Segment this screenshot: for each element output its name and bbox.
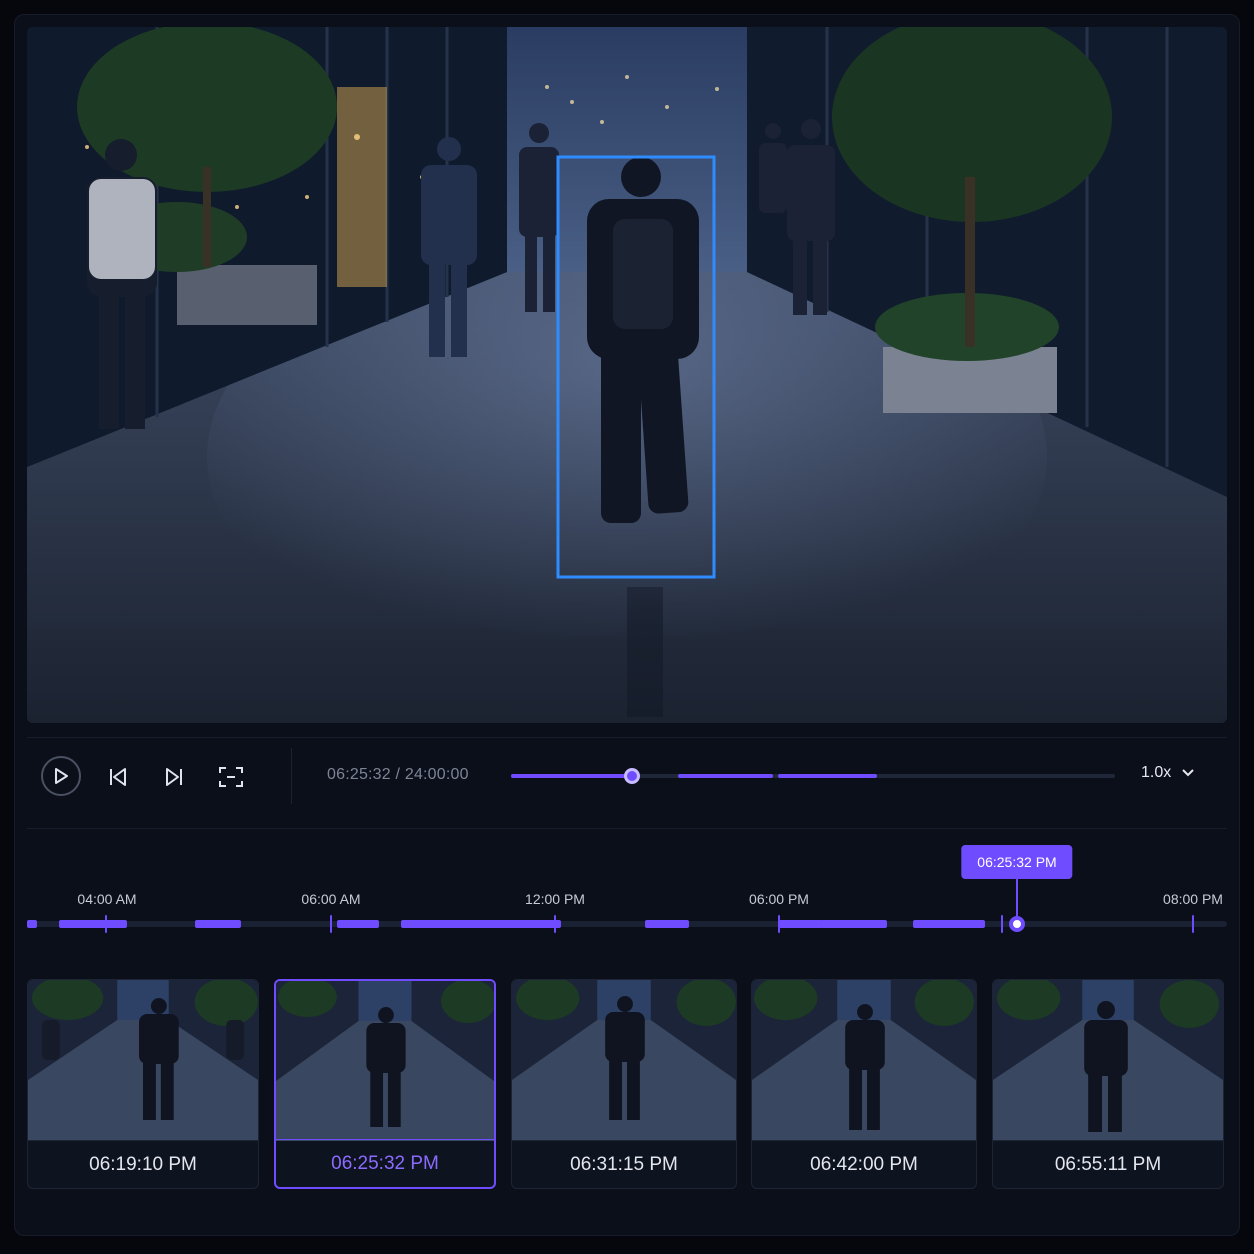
timeline-label: 04:00 AM (77, 891, 137, 907)
thumbnail-card[interactable]: 06:19:10 PM (27, 979, 259, 1189)
thumbnail-card[interactable]: 06:55:11 PM (992, 979, 1224, 1189)
snapshot-button[interactable] (217, 764, 245, 790)
activity-segment[interactable] (779, 920, 823, 928)
thumbnail-image (752, 980, 976, 1140)
controls-divider (291, 748, 292, 804)
thumbnail-time: 06:55:11 PM (993, 1140, 1223, 1188)
event-marker[interactable] (105, 915, 107, 933)
thumbnail-card-selected[interactable]: 06:25:32 PM (274, 979, 496, 1189)
thumbnail-image (28, 980, 258, 1140)
timeline-label: 12:00 PM (525, 891, 585, 907)
skip-back-icon (110, 768, 126, 786)
event-timeline[interactable]: 04:00 AM 06:00 AM 12:00 PM 06:00 PM 08:0… (27, 843, 1227, 953)
playhead-time-tooltip: 06:25:32 PM (961, 845, 1073, 879)
playhead-handle[interactable] (1009, 916, 1025, 932)
thumbnail-time: 06:25:32 PM (276, 1139, 494, 1187)
skip-forward-button[interactable] (161, 764, 187, 790)
thumbnail-card[interactable]: 06:42:00 PM (751, 979, 977, 1189)
thumbnail-image (993, 980, 1223, 1140)
timeline-label: 06:00 AM (301, 891, 361, 907)
timeline-label: 08:00 PM (1163, 891, 1223, 907)
activity-segment[interactable] (821, 920, 887, 928)
camera-scene (27, 27, 1227, 723)
event-marker[interactable] (1001, 915, 1003, 933)
snapshot-frame-icon (219, 767, 243, 787)
total-time: 24:00:00 (404, 766, 469, 783)
thumbnail-time: 06:42:00 PM (752, 1140, 976, 1188)
activity-segment[interactable] (645, 920, 689, 928)
skip-forward-icon (166, 768, 182, 786)
event-marker[interactable] (330, 915, 332, 933)
thumbnail-time: 06:19:10 PM (28, 1140, 258, 1188)
activity-segment[interactable] (59, 920, 127, 928)
chevron-down-icon (1182, 769, 1194, 777)
playback-controls: 06:25:32 / 24:00:00 1.0x (27, 737, 1227, 829)
video-review-panel: 06:25:32 / 24:00:00 1.0x 04:00 AM 06:00 … (14, 14, 1240, 1236)
activity-segment[interactable] (337, 920, 379, 928)
current-time: 06:25:32 (327, 766, 391, 783)
scrubber-played-segment (511, 774, 632, 778)
event-marker[interactable] (778, 915, 780, 933)
progress-scrubber[interactable] (511, 768, 1115, 784)
play-icon (55, 768, 68, 784)
playback-speed-select[interactable]: 1.0x (1141, 764, 1195, 782)
skip-back-button[interactable] (105, 764, 131, 790)
time-separator: / (395, 766, 405, 783)
activity-segment[interactable] (401, 920, 561, 928)
thumbnail-image (276, 981, 494, 1141)
event-marker[interactable] (1192, 915, 1194, 933)
video-frame[interactable] (27, 27, 1227, 723)
event-marker[interactable] (554, 915, 556, 933)
scrubber-buffered-segment (677, 774, 774, 778)
speed-value: 1.0x (1141, 764, 1172, 781)
thumbnail-time: 06:31:15 PM (512, 1140, 736, 1188)
activity-segment[interactable] (195, 920, 241, 928)
time-readout: 06:25:32 / 24:00:00 (327, 766, 469, 784)
timeline-label: 06:00 PM (749, 891, 809, 907)
scrubber-handle[interactable] (623, 768, 640, 784)
thumbnail-image (512, 980, 736, 1140)
activity-segment[interactable] (913, 920, 985, 928)
play-button[interactable] (41, 756, 81, 796)
thumbnail-card[interactable]: 06:31:15 PM (511, 979, 737, 1189)
scrubber-buffered-segment (777, 774, 877, 778)
activity-segment[interactable] (27, 920, 37, 928)
